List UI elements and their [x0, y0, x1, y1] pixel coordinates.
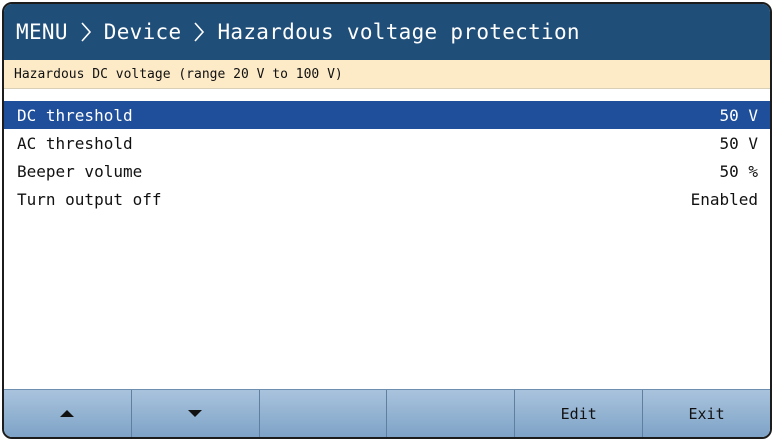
info-text: Hazardous DC voltage (range 20 V to 100 … [14, 66, 343, 82]
breadcrumb: MENU Device Hazardous voltage protection [4, 4, 770, 60]
settings-list: DC threshold 50 V AC threshold 50 V Beep… [4, 101, 770, 213]
instrument-screen: MENU Device Hazardous voltage protection… [2, 2, 772, 439]
setting-label: Beeper volume [17, 161, 143, 181]
setting-row-beeper-volume[interactable]: Beeper volume 50 % [4, 157, 770, 185]
triangle-down-icon [188, 410, 203, 417]
chevron-right-icon [194, 22, 205, 42]
edit-button[interactable]: Edit [515, 390, 644, 437]
triangle-up-icon [60, 410, 75, 417]
setting-row-ac-threshold[interactable]: AC threshold 50 V [4, 129, 770, 157]
exit-label: Exit [688, 404, 725, 423]
setting-label: Turn output off [17, 189, 162, 209]
setting-label: DC threshold [17, 105, 133, 125]
setting-label: AC threshold [17, 133, 133, 153]
setting-value: 50 V [719, 133, 758, 153]
setting-row-turn-output-off[interactable]: Turn output off Enabled [4, 185, 770, 213]
down-button[interactable] [132, 390, 260, 437]
up-button[interactable] [4, 390, 132, 437]
softkey-4-button[interactable] [387, 390, 516, 437]
setting-row-dc-threshold[interactable]: DC threshold 50 V [4, 101, 770, 129]
exit-button[interactable]: Exit [643, 390, 770, 437]
breadcrumb-menu[interactable]: MENU [16, 20, 68, 44]
softkey-bar: Edit Exit [4, 389, 770, 437]
softkey-3-button[interactable] [260, 390, 388, 437]
info-bar: Hazardous DC voltage (range 20 V to 100 … [4, 60, 770, 89]
setting-value: Enabled [690, 189, 758, 209]
setting-value: 50 % [719, 161, 758, 181]
breadcrumb-device[interactable]: Device [104, 20, 182, 44]
setting-value: 50 V [719, 105, 758, 125]
breadcrumb-current-page: Hazardous voltage protection [217, 20, 580, 44]
chevron-right-icon [81, 22, 91, 42]
edit-label: Edit [560, 404, 597, 423]
